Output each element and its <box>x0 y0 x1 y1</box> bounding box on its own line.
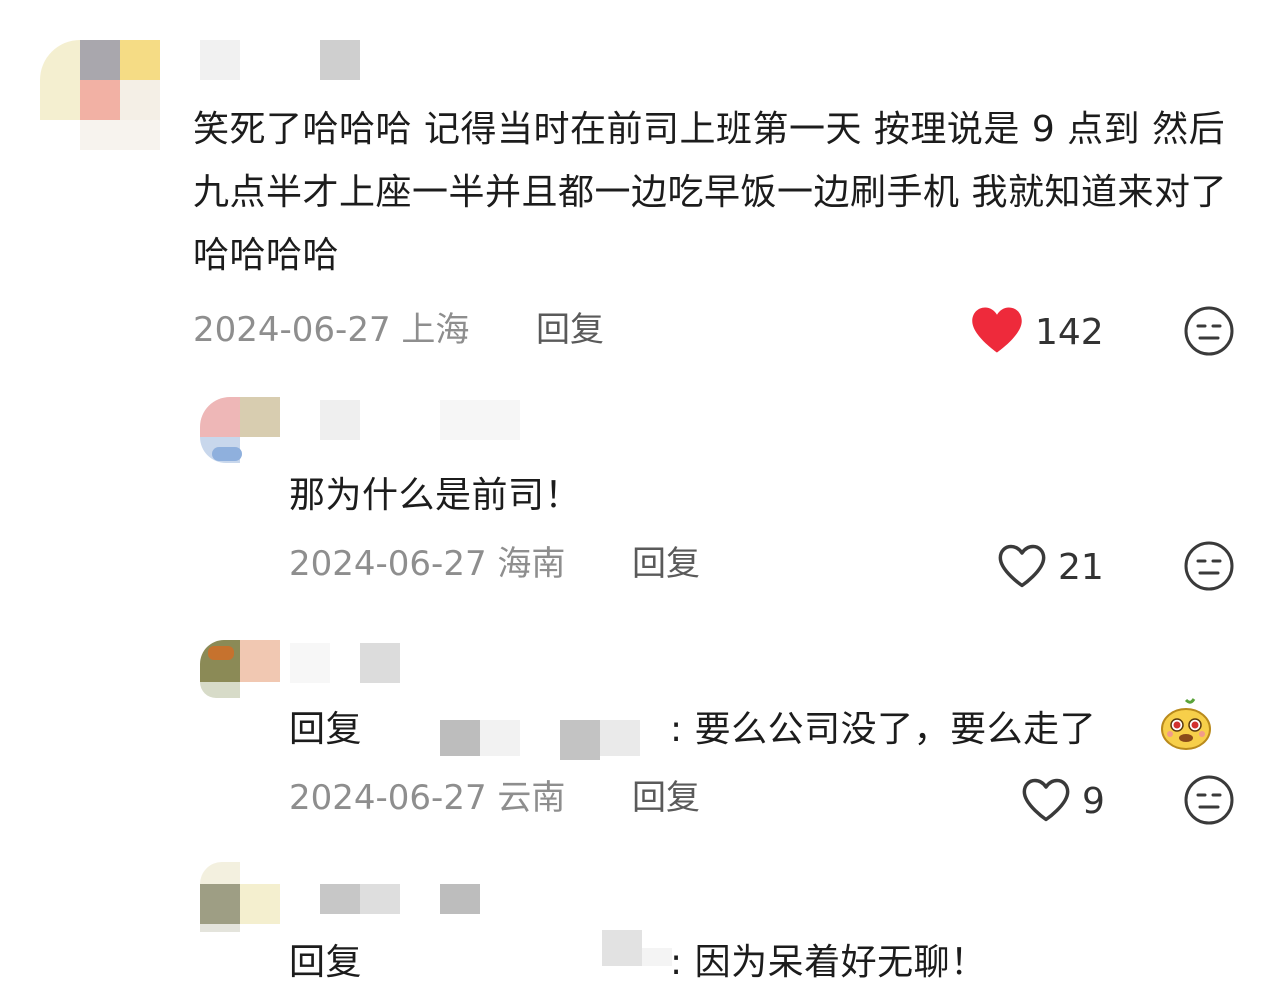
reply-meta: 2024-06-27 云南 <box>289 778 565 818</box>
comment-location: 上海 <box>401 310 470 350</box>
heart-outline-icon[interactable] <box>1020 776 1072 824</box>
like-count: 9 <box>1082 781 1105 822</box>
reply-prefix[interactable]: 回复 <box>289 939 362 987</box>
mentioned-username[interactable] <box>440 720 680 760</box>
reply-text: : 因为呆着好无聊！ <box>670 942 987 983</box>
reply-location: 云南 <box>497 778 566 818</box>
username[interactable] <box>200 40 370 80</box>
comment-date: 2024-06-27 <box>193 310 391 350</box>
avatar[interactable] <box>40 36 165 156</box>
reply-date: 2024-06-27 <box>289 544 487 584</box>
heart-outline-icon[interactable] <box>996 542 1048 590</box>
avatar[interactable] <box>200 640 280 700</box>
reply-text: : 要么公司没了，要么走了 <box>670 709 1097 750</box>
reply-location: 海南 <box>497 544 566 584</box>
mentioned-username[interactable] <box>370 930 680 970</box>
reply-text: 那为什么是前司！ <box>289 475 582 516</box>
reply-prefix[interactable]: 回复 <box>289 706 362 754</box>
username[interactable] <box>290 643 410 683</box>
username[interactable] <box>300 884 500 924</box>
avatar[interactable] <box>200 862 280 932</box>
like-count: 142 <box>1035 312 1104 353</box>
meh-face-icon[interactable] <box>1183 305 1235 357</box>
smiling-creature-emoji <box>1158 696 1214 752</box>
reply-meta: 2024-06-27 海南 <box>289 544 565 584</box>
reply-date: 2024-06-27 <box>289 778 487 818</box>
comment-meta: 2024-06-27 上海 <box>193 310 469 350</box>
reply-button[interactable]: 回复 <box>632 778 700 818</box>
meh-face-icon[interactable] <box>1183 540 1235 592</box>
reply-button[interactable]: 回复 <box>536 310 604 350</box>
like-count: 21 <box>1058 547 1104 588</box>
meh-face-icon[interactable] <box>1183 774 1235 826</box>
username[interactable] <box>290 400 530 440</box>
avatar[interactable] <box>200 397 280 467</box>
heart-filled-icon[interactable] <box>970 305 1024 355</box>
comment-text: 笑死了哈哈哈 记得当时在前司上班第一天 按理说是 9 点到 然后九点半才上座一半… <box>193 109 1227 276</box>
reply-button[interactable]: 回复 <box>632 544 700 584</box>
